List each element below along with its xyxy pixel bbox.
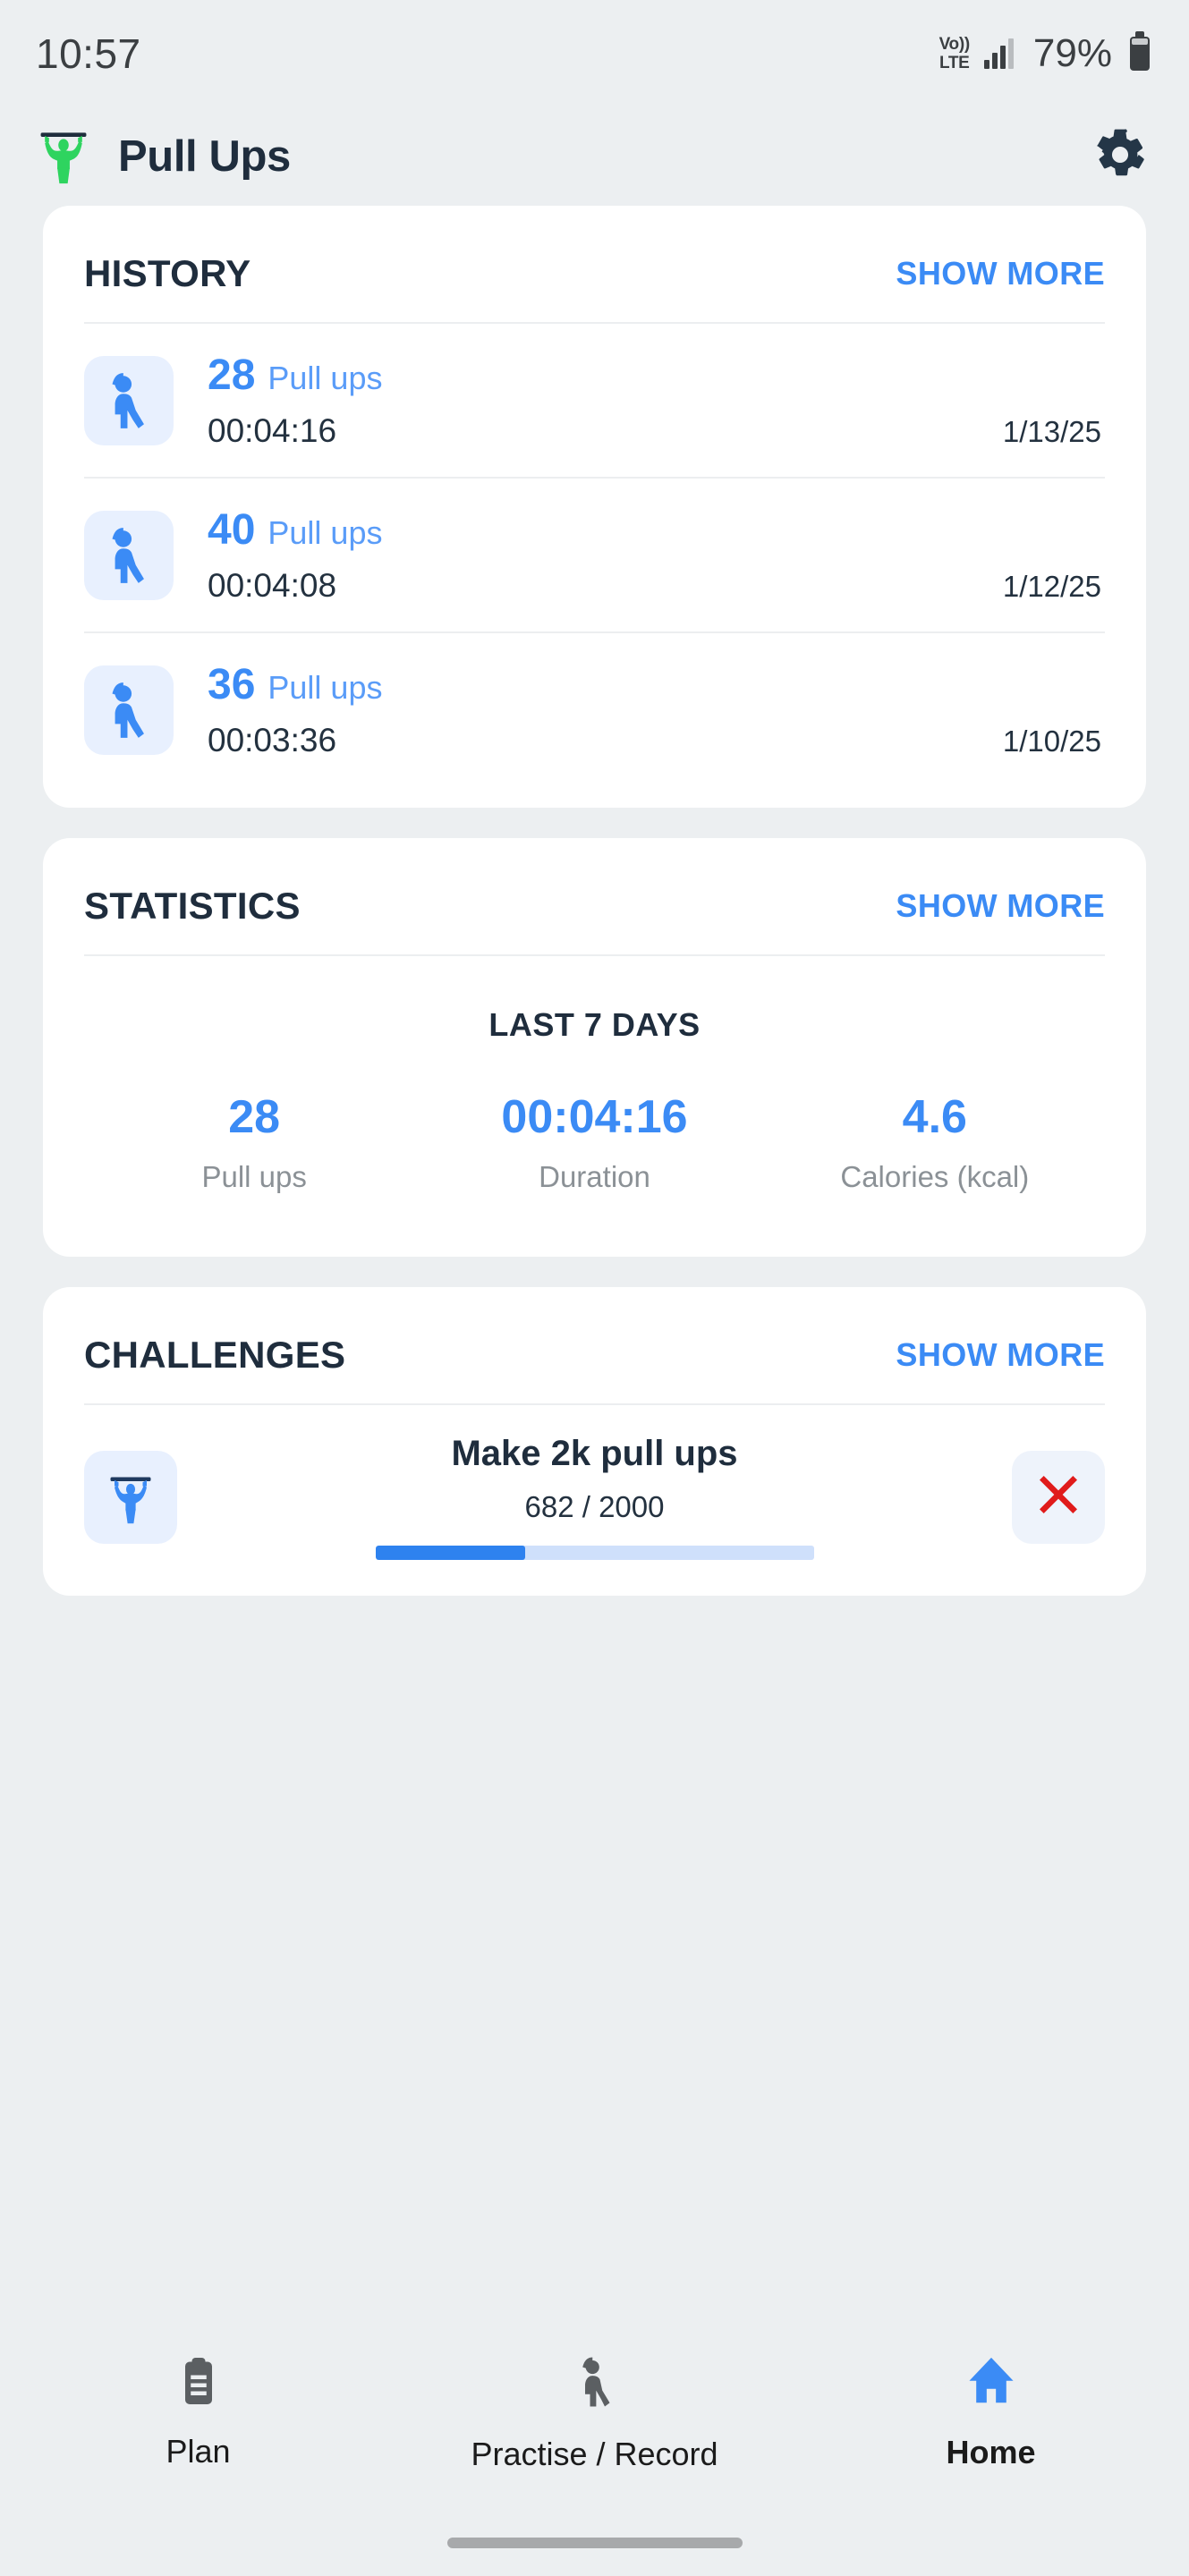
stat-value: 00:04:16 xyxy=(501,1091,688,1143)
battery-percent-label: 79% xyxy=(1032,31,1112,75)
battery-icon xyxy=(1130,37,1150,71)
history-row-meta: 00:03:36 1/10/25 xyxy=(208,722,1105,759)
table-row[interactable]: 36 Pull ups 00:03:36 1/10/25 xyxy=(84,631,1105,786)
history-row-date: 1/13/25 xyxy=(1002,415,1101,448)
status-bar: 10:57 Vo)) LTE 79% xyxy=(0,0,1189,107)
challenges-card-header: CHALLENGES SHOW MORE xyxy=(84,1287,1105,1403)
stat-pull-ups: 28 Pull ups xyxy=(84,1090,424,1194)
nav-item-practise-record[interactable]: Practise / Record xyxy=(396,2352,793,2473)
history-row-unit: Pull ups xyxy=(268,669,383,706)
challenge-progress-bar xyxy=(375,1546,814,1560)
pullup-bar-icon xyxy=(84,1450,177,1544)
history-row-duration: 00:04:16 xyxy=(208,412,337,449)
history-card: HISTORY SHOW MORE 28 Pull ups 00:04:16 1… xyxy=(43,206,1146,808)
history-row-unit: Pull ups xyxy=(268,360,383,396)
settings-button[interactable] xyxy=(1089,125,1151,188)
exercise-figure-icon xyxy=(84,355,174,445)
nav-item-plan[interactable]: Plan xyxy=(0,2355,396,2470)
history-row-summary: 36 Pull ups xyxy=(208,660,1105,709)
exercise-figure-icon xyxy=(84,665,174,755)
list-item[interactable]: Make 2k pull ups 682 / 2000 xyxy=(84,1405,1105,1596)
walking-figure-icon xyxy=(570,2352,620,2416)
nav-item-label: Plan xyxy=(166,2433,231,2470)
history-row-body: 28 Pull ups 00:04:16 1/13/25 xyxy=(208,351,1105,450)
stat-label: Calories (kcal) xyxy=(840,1160,1030,1193)
stat-label: Duration xyxy=(539,1160,650,1193)
challenge-dismiss-button[interactable] xyxy=(1012,1450,1105,1544)
statistics-body: LAST 7 DAYS 28 Pull ups 00:04:16 Duratio… xyxy=(84,956,1105,1257)
gesture-area xyxy=(0,2509,1189,2576)
history-card-header: HISTORY SHOW MORE xyxy=(84,206,1105,322)
stat-calories: 4.6 Calories (kcal) xyxy=(765,1090,1105,1194)
challenge-progress-fill xyxy=(375,1546,525,1560)
statistics-show-more-link[interactable]: SHOW MORE xyxy=(896,887,1105,925)
history-row-duration: 00:03:36 xyxy=(208,722,337,758)
history-row-body: 40 Pull ups 00:04:08 1/12/25 xyxy=(208,505,1105,605)
challenges-card: CHALLENGES SHOW MORE Make 2k pull ups 68… xyxy=(43,1287,1146,1596)
statistics-card: STATISTICS SHOW MORE LAST 7 DAYS 28 Pull… xyxy=(43,838,1146,1257)
home-gesture-bar[interactable] xyxy=(446,2537,743,2548)
volte-icon: Vo)) LTE xyxy=(938,35,971,72)
history-row-summary: 28 Pull ups xyxy=(208,351,1105,400)
red-x-icon xyxy=(1033,1470,1083,1524)
stat-duration: 00:04:16 Duration xyxy=(424,1090,764,1194)
status-indicators: Vo)) LTE 79% xyxy=(939,31,1150,76)
bottom-navigation: Plan Practise / Record Home xyxy=(0,2317,1189,2509)
clipboard-icon xyxy=(172,2355,225,2413)
history-show-more-link[interactable]: SHOW MORE xyxy=(896,255,1105,292)
nav-item-label: Practise / Record xyxy=(471,2436,718,2472)
nav-item-label: Home xyxy=(946,2434,1036,2470)
history-row-meta: 00:04:08 1/12/25 xyxy=(208,567,1105,605)
history-title: HISTORY xyxy=(84,252,251,294)
history-row-duration: 00:04:08 xyxy=(208,567,337,604)
scroll-content[interactable]: HISTORY SHOW MORE 28 Pull ups 00:04:16 1… xyxy=(0,206,1189,2317)
statistics-grid: 28 Pull ups 00:04:16 Duration 4.6 Calori… xyxy=(84,1090,1105,1194)
challenge-name: Make 2k pull ups xyxy=(451,1434,738,1473)
statistics-card-header: STATISTICS SHOW MORE xyxy=(84,838,1105,954)
statistics-period-label: LAST 7 DAYS xyxy=(488,1006,701,1043)
challenges-title: CHALLENGES xyxy=(84,1334,346,1376)
statistics-title: STATISTICS xyxy=(84,885,301,927)
volte-bottom-label: LTE xyxy=(938,54,970,72)
exercise-figure-icon xyxy=(84,510,174,600)
history-row-body: 36 Pull ups 00:03:36 1/10/25 xyxy=(208,660,1105,759)
app-header: Pull Ups xyxy=(0,107,1189,206)
page-title: Pull Ups xyxy=(118,132,291,181)
table-row[interactable]: 40 Pull ups 00:04:08 1/12/25 xyxy=(84,477,1105,631)
stat-value: 4.6 xyxy=(902,1091,967,1143)
stat-label: Pull ups xyxy=(201,1160,307,1193)
challenge-details: Make 2k pull ups 682 / 2000 xyxy=(177,1434,1012,1560)
status-time: 10:57 xyxy=(36,30,141,77)
history-row-summary: 40 Pull ups xyxy=(208,505,1105,555)
history-row-meta: 00:04:16 1/13/25 xyxy=(208,412,1105,450)
volte-top-label: Vo)) xyxy=(938,35,971,54)
history-row-count: 40 xyxy=(208,506,256,554)
history-row-count: 28 xyxy=(208,352,256,399)
challenge-progress-text: 682 / 2000 xyxy=(524,1490,665,1523)
nav-item-home[interactable]: Home xyxy=(793,2354,1189,2471)
stat-value: 28 xyxy=(228,1091,281,1143)
pullup-figure-icon xyxy=(30,123,97,190)
table-row[interactable]: 28 Pull ups 00:04:16 1/13/25 xyxy=(84,324,1105,477)
signal-strength-icon xyxy=(983,38,1014,69)
history-row-date: 1/12/25 xyxy=(1002,570,1101,603)
app-screen: 10:57 Vo)) LTE 79% Pull Ups HISTORY SHOW… xyxy=(0,0,1189,2576)
history-row-unit: Pull ups xyxy=(268,514,383,551)
history-row-date: 1/10/25 xyxy=(1002,724,1101,758)
home-icon xyxy=(964,2354,1019,2414)
challenges-show-more-link[interactable]: SHOW MORE xyxy=(896,1336,1105,1374)
gear-icon xyxy=(1092,127,1148,187)
history-row-count: 36 xyxy=(208,661,256,708)
